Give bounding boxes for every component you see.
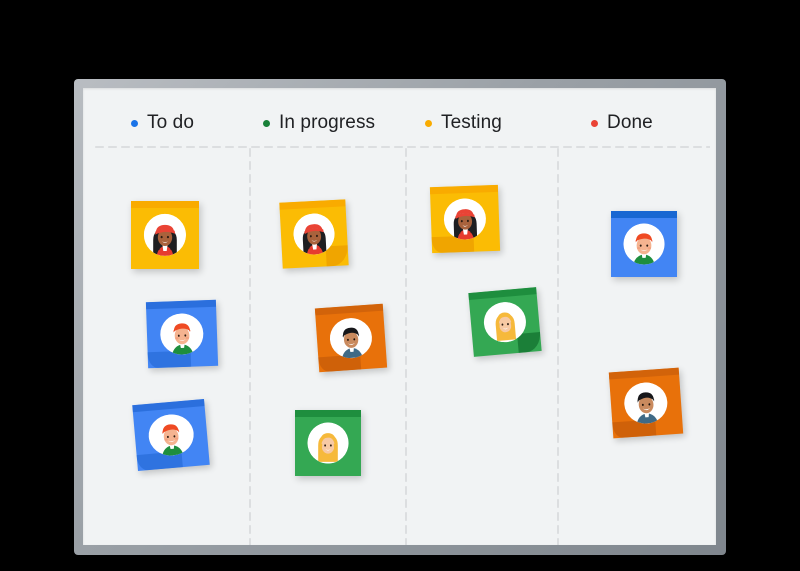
sticky-note-top-strip xyxy=(611,211,677,219)
screenshot-stage: To do In progress Testing Done xyxy=(0,0,800,571)
sticky-note-body xyxy=(132,398,210,472)
avatar xyxy=(146,412,196,458)
sticky-note-body xyxy=(131,201,199,269)
sticky-note-body xyxy=(145,299,219,369)
status-dot-testing xyxy=(425,119,432,127)
avatar xyxy=(622,381,670,425)
sticky-note[interactable] xyxy=(132,398,210,472)
avatar xyxy=(159,312,205,356)
sticky-note-body xyxy=(468,287,542,357)
column-header-testing[interactable]: Testing xyxy=(425,112,502,134)
sticky-note-top-strip xyxy=(131,201,199,209)
header-divider-dotted xyxy=(93,146,710,148)
sticky-note-body xyxy=(314,303,388,373)
sticky-note-top-strip xyxy=(132,398,205,413)
avatar xyxy=(143,213,187,257)
sticky-note[interactable] xyxy=(131,201,199,269)
sticky-note[interactable] xyxy=(429,184,501,254)
sticky-note-top-strip xyxy=(145,299,217,310)
column-header-in-progress[interactable]: In progress xyxy=(263,112,375,134)
sticky-note-top-strip xyxy=(295,410,361,418)
column-divider-2 xyxy=(405,146,407,545)
sticky-note[interactable] xyxy=(145,299,219,369)
avatar xyxy=(443,197,487,241)
column-label-testing: Testing xyxy=(441,112,502,133)
sticky-note[interactable] xyxy=(295,410,361,476)
status-dot-done xyxy=(591,119,598,127)
sticky-note-top-strip xyxy=(608,367,680,380)
column-header-done[interactable]: Done xyxy=(591,112,653,134)
sticky-note-body xyxy=(608,367,684,439)
column-divider-3 xyxy=(557,146,559,545)
sticky-note-top-strip xyxy=(314,303,384,316)
kanban-board-surface[interactable]: To do In progress Testing Done xyxy=(83,88,716,545)
kanban-board-frame: To do In progress Testing Done xyxy=(74,79,726,555)
sticky-note[interactable] xyxy=(608,367,684,439)
avatar xyxy=(307,422,349,464)
sticky-note-curled-corner xyxy=(325,245,349,267)
sticky-note[interactable] xyxy=(468,287,542,357)
column-divider-1 xyxy=(249,146,251,545)
sticky-note-body xyxy=(611,211,677,277)
sticky-note-top-strip xyxy=(429,184,499,195)
sticky-note[interactable] xyxy=(611,211,677,277)
status-dot-to-do xyxy=(131,119,138,127)
column-label-to-do: To do xyxy=(147,112,194,133)
sticky-note-top-strip xyxy=(279,199,346,211)
column-label-in-progress: In progress xyxy=(279,112,376,133)
status-dot-in-progress xyxy=(263,119,270,127)
sticky-note[interactable] xyxy=(279,199,349,269)
column-label-done: Done xyxy=(607,112,653,133)
avatar xyxy=(623,223,665,265)
sticky-note-top-strip xyxy=(468,287,537,301)
sticky-note[interactable] xyxy=(314,303,388,373)
avatar xyxy=(328,316,374,360)
sticky-note-body xyxy=(295,410,361,476)
column-header-to-do[interactable]: To do xyxy=(131,112,194,134)
sticky-note-body xyxy=(279,199,349,269)
sticky-note-body xyxy=(429,184,501,254)
